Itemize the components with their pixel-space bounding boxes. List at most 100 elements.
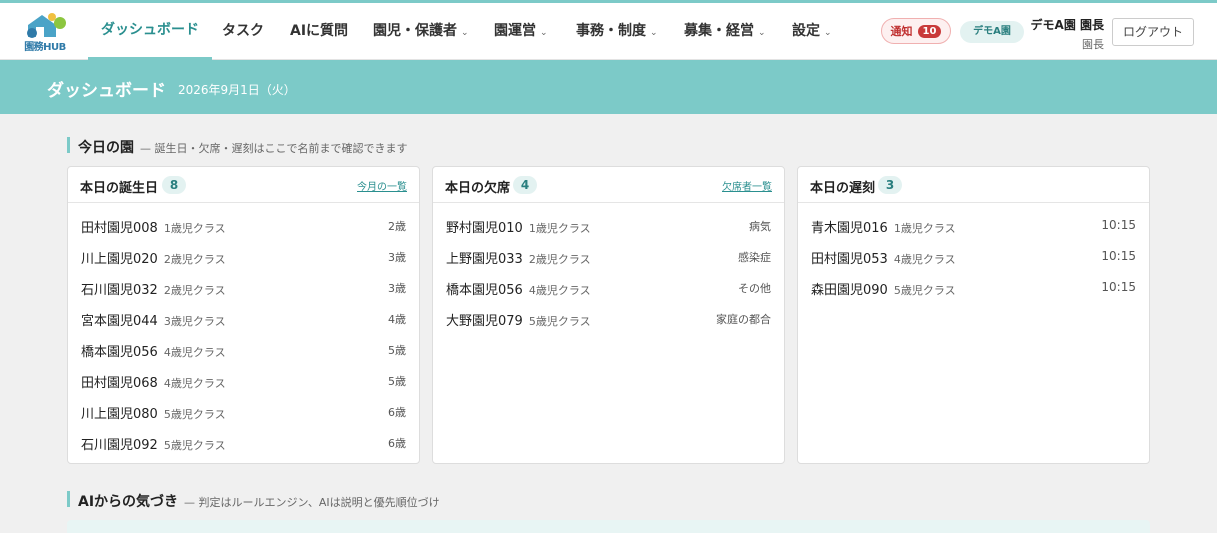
nav-label: 設定: [792, 23, 820, 39]
child-class: 2歳児クラス: [163, 284, 226, 297]
nav-label: ダッシュボード: [101, 22, 199, 38]
chevron-down-icon: ⌄: [758, 28, 766, 38]
section-subtitle: — 誕生日・欠席・遅刻はここで名前まで確認できます: [140, 142, 408, 155]
card-title: 本日の誕生日: [80, 181, 159, 196]
row-value: 10:15: [1101, 249, 1136, 263]
list-item[interactable]: 石川園児032 2歳児クラス 3歳: [68, 272, 419, 303]
card-title: 本日の遅刻: [810, 181, 876, 196]
child-name: 橋本園児056 4歳児クラス: [446, 283, 591, 298]
section-title: 今日の園: [78, 140, 134, 156]
child-class: 5歳児クラス: [528, 315, 591, 328]
absence-list-link[interactable]: 欠席者一覧: [722, 178, 772, 193]
child-name: 宮本園児044 3歳児クラス: [81, 314, 226, 329]
child-class: 3歳児クラス: [163, 315, 226, 328]
row-value: その他: [738, 282, 771, 295]
list-item[interactable]: 石川園児092 5歳児クラス 6歳: [68, 427, 419, 458]
count-badge: 8: [162, 176, 186, 194]
nav-recruit-management[interactable]: 募集・経営 ⌄: [684, 3, 766, 60]
child-name: 橋本園児056 4歳児クラス: [81, 345, 226, 360]
notification-count-badge: 10: [917, 24, 942, 38]
list-item[interactable]: 宮本園児044 3歳児クラス 4歳: [68, 303, 419, 334]
child-name: 川上園児080 5歳児クラス: [81, 407, 226, 422]
nav-dashboard[interactable]: ダッシュボード: [88, 3, 212, 60]
list-item[interactable]: 大野園児079 5歳児クラス 家庭の都合: [433, 303, 784, 334]
nav-label: 園児・保護者: [373, 23, 457, 39]
child-class: 5歳児クラス: [893, 284, 956, 297]
ai-insights-panel: [67, 520, 1150, 533]
notification-label: 通知: [890, 25, 913, 38]
row-value: 病気: [749, 220, 771, 233]
child-class: 1歳児クラス: [893, 222, 956, 235]
child-class: 1歳児クラス: [163, 222, 226, 235]
child-name: 大野園児079 5歳児クラス: [446, 314, 591, 329]
nav-ask-ai[interactable]: AIに質問: [290, 3, 348, 60]
row-value: 家庭の都合: [716, 313, 771, 326]
count-badge: 4: [513, 176, 537, 194]
child-name: 田村園児008 1歳児クラス: [81, 221, 226, 236]
house-logo-icon: [27, 13, 66, 38]
row-value: 10:15: [1101, 280, 1136, 294]
notification-button[interactable]: 通知 10: [881, 18, 951, 44]
child-class: 4歳児クラス: [163, 346, 226, 359]
list-item[interactable]: 橋本園児056 4歳児クラス 5歳: [68, 334, 419, 365]
list-item[interactable]: 田村園児008 1歳児クラス 2歳: [68, 210, 419, 241]
child-class: 4歳児クラス: [893, 253, 956, 266]
facility-badge: デモA園: [960, 21, 1024, 43]
top-navbar: 園務HUB ダッシュボード タスク AIに質問 園児・保護者 ⌄ 園運営 ⌄ 事務・…: [0, 3, 1217, 60]
row-value: 3歳: [388, 251, 406, 264]
today-section-header: 今日の園 — 誕生日・欠席・遅刻はここで名前まで確認できます: [67, 137, 408, 156]
child-name: 田村園児053 4歳児クラス: [811, 252, 956, 267]
child-name: 石川園児032 2歳児クラス: [81, 283, 226, 298]
nav-tasks[interactable]: タスク: [222, 3, 264, 60]
card-title: 本日の欠席: [445, 181, 511, 196]
monthly-list-link[interactable]: 今月の一覧: [357, 178, 407, 193]
nav-label: 募集・経営: [684, 23, 754, 39]
chevron-down-icon: ⌄: [824, 28, 832, 38]
child-class: 2歳児クラス: [528, 253, 591, 266]
nav-admin-system[interactable]: 事務・制度 ⌄: [576, 3, 658, 60]
child-class: 5歳児クラス: [163, 408, 226, 421]
child-name: 川上園児020 2歳児クラス: [81, 252, 226, 267]
row-value: 6歳: [388, 437, 406, 450]
list-item[interactable]: 森田園児090 5歳児クラス 10:15: [798, 272, 1149, 303]
chevron-down-icon: ⌄: [540, 28, 548, 38]
list-item[interactable]: 上野園児033 2歳児クラス 感染症: [433, 241, 784, 272]
list-item[interactable]: 橋本園児056 4歳児クラス その他: [433, 272, 784, 303]
list-item[interactable]: 青木園児016 1歳児クラス 10:15: [798, 210, 1149, 241]
child-name: 石川園児092 5歳児クラス: [81, 438, 226, 453]
list-item[interactable]: 川上園児080 5歳児クラス 6歳: [68, 396, 419, 427]
nav-label: AIに質問: [290, 23, 349, 39]
child-class: 4歳児クラス: [528, 284, 591, 297]
page-banner: ダッシュボード 2026年9月1日（火）: [0, 60, 1217, 114]
section-subtitle: — 判定はルールエンジン、AIは説明と優先順位づけ: [184, 496, 440, 509]
list-item[interactable]: 野村園児010 1歳児クラス 病気: [433, 210, 784, 241]
row-value: 感染症: [738, 251, 771, 264]
late-card: 本日の遅刻 3 青木園児016 1歳児クラス 10:15 田村園児053 4歳児クラス…: [797, 166, 1150, 464]
user-name: デモA園 園長: [1030, 18, 1104, 32]
list-item[interactable]: 川上園児020 2歳児クラス 3歳: [68, 241, 419, 272]
list-item[interactable]: 田村園児068 4歳児クラス 5歳: [68, 365, 419, 396]
row-value: 5歳: [388, 375, 406, 388]
nav-operations[interactable]: 園運営 ⌄: [494, 3, 548, 60]
row-value: 6歳: [388, 406, 406, 419]
child-name: 上野園児033 2歳児クラス: [446, 252, 591, 267]
logout-button[interactable]: ログアウト: [1112, 18, 1194, 46]
child-name: 森田園児090 5歳児クラス: [811, 283, 956, 298]
nav-settings[interactable]: 設定 ⌄: [792, 3, 832, 60]
nav-label: タスク: [222, 23, 264, 39]
page-date: 2026年9月1日（火）: [178, 83, 296, 97]
app-logo[interactable]: 園務HUB: [22, 11, 68, 53]
absence-card: 本日の欠席 4 欠席者一覧 野村園児010 1歳児クラス 病気 上野園児033 2歳児…: [432, 166, 785, 464]
birthday-card: 本日の誕生日 8 今月の一覧 田村園児008 1歳児クラス 2歳 川上園児020 2歳…: [67, 166, 420, 464]
nav-label: 事務・制度: [576, 23, 646, 39]
row-value: 10:15: [1101, 218, 1136, 232]
child-class: 5歳児クラス: [163, 439, 226, 452]
child-name: 青木園児016 1歳児クラス: [811, 221, 956, 236]
child-class: 4歳児クラス: [163, 377, 226, 390]
child-name: 野村園児010 1歳児クラス: [446, 221, 591, 236]
list-item[interactable]: 田村園児053 4歳児クラス 10:15: [798, 241, 1149, 272]
chevron-down-icon: ⌄: [650, 28, 658, 38]
row-value: 5歳: [388, 344, 406, 357]
nav-children-guardians[interactable]: 園児・保護者 ⌄: [373, 3, 469, 60]
card-header: 本日の欠席 4 欠席者一覧: [433, 167, 784, 203]
